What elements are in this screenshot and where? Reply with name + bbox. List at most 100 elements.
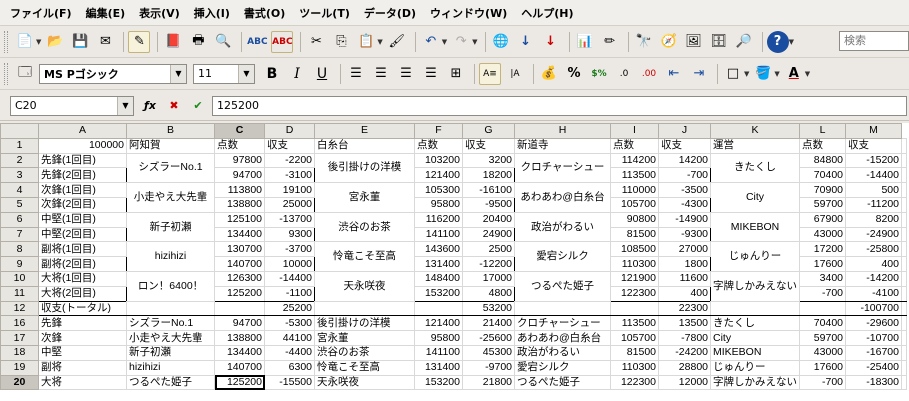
merged-name-cell[interactable]: 新子初瀬 [126,211,215,243]
cell[interactable]: 131400 [414,359,463,376]
sort-ascending-icon[interactable]: ↓ [515,31,537,53]
data-sources-icon[interactable]: 🗄 [708,31,730,53]
draw-functions-icon[interactable]: ✏ [599,31,621,53]
cell[interactable]: -29600 [845,315,902,332]
cell[interactable]: -1100 [264,285,315,302]
open-folder-icon[interactable]: 📂 [44,31,66,53]
cell[interactable]: 140700 [214,359,265,376]
cell[interactable]: 天永咲夜 [314,374,415,391]
column-header-k[interactable]: K [710,123,800,139]
merged-name-cell[interactable]: 小走やえ大先輩 [126,182,215,213]
cell[interactable]: 84800 [799,152,846,169]
menu-item[interactable]: 編集(E) [82,5,130,21]
cell[interactable]: -5300 [264,315,315,332]
borders-icon[interactable]: □ [722,63,744,85]
cell[interactable]: 収支(トータル) [38,300,127,317]
row-header[interactable]: 7 [0,226,39,243]
menu-item[interactable]: ヘルプ(H) [517,5,577,21]
merged-name-cell[interactable]: 愛宕シルク [514,241,611,272]
cell[interactable]: 先鋒(1回目) [38,152,127,169]
cell[interactable] [901,182,907,198]
cell[interactable]: -2200 [264,152,315,169]
merged-name-cell[interactable]: ロン！6400！ [126,270,215,302]
cell[interactable]: 113500 [610,167,659,184]
column-header-m[interactable]: M [845,123,902,139]
cell[interactable]: きたくし [710,315,800,332]
cell[interactable]: 後引掛けの洋模 [314,315,415,332]
navigator-icon[interactable]: 🧭 [658,31,680,53]
cell[interactable]: 愛宕シルク [514,359,611,376]
cell[interactable]: 27000 [658,241,711,258]
add-decimal-icon[interactable]: .0 [613,63,635,85]
cell[interactable]: -15200 [845,152,902,169]
cell[interactable]: 17200 [799,241,846,258]
cell[interactable]: -25600 [462,330,515,346]
cell[interactable]: -15500 [264,374,315,391]
cell[interactable]: 次鋒 [38,330,127,346]
formula-input[interactable]: 125200 [212,95,907,116]
merged-name-cell[interactable]: きたくし [710,152,800,184]
cell[interactable]: 122300 [610,374,659,391]
save-icon[interactable]: 💾 [69,31,91,53]
cell[interactable]: 94700 [214,315,265,332]
cell[interactable]: 126300 [214,270,265,287]
cell[interactable] [901,285,907,302]
cell[interactable]: 110300 [610,256,659,272]
background-color-icon[interactable]: 🪣 [752,63,774,85]
cell[interactable]: -4400 [264,344,315,361]
print-preview-icon[interactable]: 🔍 [212,31,234,53]
cell[interactable]: 110000 [610,182,659,198]
row-header[interactable]: 18 [0,344,39,361]
find-replace-icon[interactable]: 🔭 [633,31,655,53]
cell[interactable]: 収支 [462,137,515,154]
menu-item[interactable]: 挿入(I) [190,5,234,21]
cell[interactable]: -12200 [462,256,515,272]
autospellcheck-icon[interactable]: ABC [271,30,294,53]
accept-icon[interactable]: ✔ [188,96,208,116]
column-header-c[interactable]: C [214,123,265,139]
cell[interactable]: -700 [658,167,711,184]
cell[interactable]: 点数 [799,137,846,154]
cell[interactable] [710,300,800,317]
cell[interactable]: -16700 [845,344,902,361]
cell[interactable]: 字牌しかみえない [710,374,800,391]
cell[interactable]: 24900 [462,226,515,243]
row-header[interactable]: 5 [0,196,39,213]
underline-icon[interactable]: U [311,63,333,85]
cell[interactable]: 70900 [799,182,846,198]
cell[interactable]: 108500 [610,241,659,258]
cell[interactable]: 134400 [214,226,265,243]
export-pdf-icon[interactable]: 📕 [162,31,184,53]
search-input[interactable]: 検索 [839,31,909,51]
cell[interactable]: -25400 [845,359,902,376]
row-header[interactable]: 20 [0,374,39,391]
cell[interactable]: 138800 [214,196,265,213]
print-icon[interactable]: 🖶 [187,31,209,53]
row-header[interactable]: 4 [0,182,39,198]
cell[interactable]: 渋谷のお茶 [314,344,415,361]
gallery-icon[interactable]: 🖼 [683,31,705,53]
cell[interactable]: 70400 [799,315,846,332]
chevron-down-icon[interactable]: ▼ [774,70,779,78]
cell[interactable]: -14400 [845,167,902,184]
menu-item[interactable]: 表示(V) [135,5,184,21]
cell[interactable]: 122300 [610,285,659,302]
cancel-icon[interactable]: ✖ [164,96,184,116]
help-icon[interactable]: ? [766,30,789,53]
cell[interactable]: 90800 [610,211,659,228]
cell[interactable]: 副将(1回目) [38,241,127,258]
cell[interactable]: つるぺた姫子 [126,374,215,391]
cell[interactable] [126,300,215,317]
paste-icon[interactable]: 📋 [355,31,377,53]
cell[interactable]: 116200 [414,211,463,228]
cell[interactable]: 53200 [462,300,515,317]
name-box[interactable]: C20 ▼ [10,95,134,116]
merged-name-cell[interactable]: 怜竜こそ至高 [314,241,415,272]
row-header[interactable]: 16 [0,315,39,332]
cell[interactable] [610,300,659,317]
align-right-icon[interactable]: ☰ [395,63,417,85]
cell[interactable] [901,211,907,228]
cell[interactable]: 28800 [658,359,711,376]
cell[interactable] [901,241,907,258]
cell[interactable]: 中堅 [38,344,127,361]
